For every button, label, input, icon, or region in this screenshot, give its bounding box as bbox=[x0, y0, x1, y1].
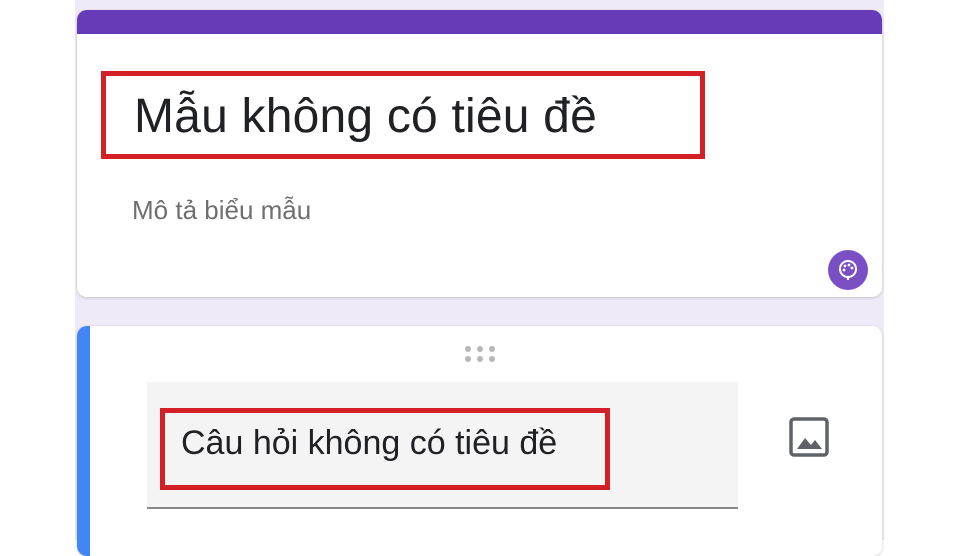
palette-icon bbox=[839, 260, 857, 280]
question-active-indicator bbox=[77, 326, 90, 556]
image-icon[interactable] bbox=[788, 416, 830, 458]
drag-handle-icon[interactable] bbox=[463, 344, 499, 364]
theme-palette-button[interactable] bbox=[828, 250, 868, 290]
form-title-input[interactable]: Mẫu không có tiêu đề bbox=[134, 89, 597, 144]
header-accent-bar bbox=[77, 10, 882, 34]
form-header-card: Mẫu không có tiêu đề Mô tả biểu mẫu bbox=[77, 10, 882, 297]
form-description-input[interactable]: Mô tả biểu mẫu bbox=[132, 195, 311, 226]
question-title-input[interactable]: Câu hỏi không có tiêu đề bbox=[181, 424, 557, 463]
question-card[interactable]: Câu hỏi không có tiêu đề bbox=[77, 326, 882, 556]
